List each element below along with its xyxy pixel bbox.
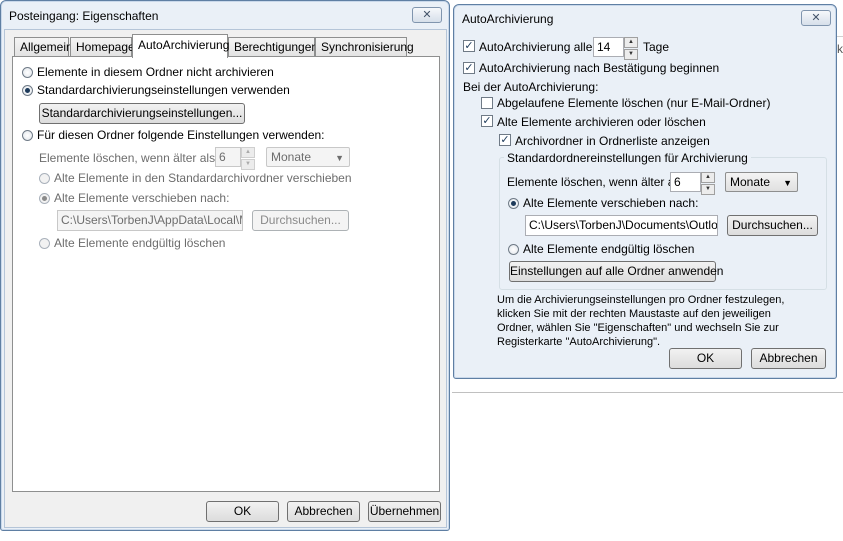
info-line: Registerkarte "AutoArchivierung". xyxy=(497,336,661,348)
autoarchive-days-input[interactable]: 14 xyxy=(593,37,624,57)
autoarchive-dialog: AutoArchivierung ✕ ✓ AutoArchivierung al… xyxy=(453,4,837,379)
ok-button[interactable]: OK xyxy=(669,348,742,369)
radio-move-default-label: Alte Elemente in den Standardarchivordne… xyxy=(54,171,352,185)
cancel-button[interactable]: Abbrechen xyxy=(751,348,826,369)
radio-move-to[interactable] xyxy=(39,193,50,204)
delete-older-label: Elemente löschen, wenn älter als xyxy=(39,151,216,165)
age-unit-select[interactable]: Monate ▼ xyxy=(725,172,798,192)
tab-label: Homepage xyxy=(76,40,135,54)
background-divider xyxy=(452,392,843,393)
chevron-down-icon: ▼ xyxy=(335,153,344,163)
apply-to-all-folders-button[interactable]: Einstellungen auf alle Ordner anwenden xyxy=(509,261,723,282)
default-folder-settings-title: Standardordnereinstellungen für Archivie… xyxy=(504,151,751,165)
during-autoarchive-label: Bei der AutoArchivierung: xyxy=(463,80,599,94)
tab-autoarchivierung[interactable]: AutoArchivierung xyxy=(132,34,230,58)
age-unit-select[interactable]: Monate ▼ xyxy=(266,147,350,167)
info-text: Um die Archivierungseinstellungen pro Or… xyxy=(497,293,784,349)
delete-expired-checkbox[interactable] xyxy=(481,97,493,109)
tab-allgemein[interactable]: Allgemein xyxy=(14,37,73,56)
background-edge-text: k xyxy=(837,42,843,56)
tab-synchronisierung[interactable]: Synchronisierung xyxy=(315,37,414,56)
radio-no-archive-label: Elemente in diesem Ordner nicht archivie… xyxy=(37,65,274,79)
ok-button[interactable]: OK xyxy=(206,501,279,522)
show-archive-folder-checkbox[interactable]: ✓ xyxy=(499,134,511,146)
default-settings-button[interactable]: Standardarchivierungseinstellungen... xyxy=(39,103,245,124)
confirm-label: AutoArchivierung nach Bestätigung beginn… xyxy=(479,61,720,75)
autoarchive-every-label: AutoArchivierung alle xyxy=(479,40,593,54)
age-input[interactable]: 6 xyxy=(215,147,241,167)
browse-button[interactable]: Durchsuchen... xyxy=(252,210,349,231)
archive-or-delete-label: Alte Elemente archivieren oder löschen xyxy=(497,115,706,129)
properties-dialog: Posteingang: Eigenschaften ✕ Allgemein H… xyxy=(0,0,450,531)
autoarchive-every-checkbox[interactable]: ✓ xyxy=(463,40,475,52)
radio-no-archive[interactable] xyxy=(22,67,33,78)
spin-down-icon[interactable]: ▼ xyxy=(241,159,255,170)
spin-down-icon[interactable]: ▼ xyxy=(701,184,715,195)
autoarchive-days-spinner[interactable]: ▲ ▼ xyxy=(624,37,638,60)
archive-or-delete-checkbox[interactable]: ✓ xyxy=(481,115,493,127)
archive-path-input[interactable]: C:\Users\TorbenJ\AppData\Local\Micr xyxy=(57,210,243,231)
confirm-checkbox[interactable]: ✓ xyxy=(463,62,475,74)
chevron-down-icon: ▼ xyxy=(783,178,792,188)
autoarchive-close-button[interactable]: ✕ xyxy=(801,10,831,26)
spin-up-icon[interactable]: ▲ xyxy=(241,147,255,158)
radio-move-to-label: Alte Elemente verschieben nach: xyxy=(523,196,699,210)
info-line: Ordner, wählen Sie "Eigenschaften" und w… xyxy=(497,322,779,334)
radio-delete-permanently[interactable] xyxy=(39,238,50,249)
age-input[interactable]: 6 xyxy=(670,172,701,192)
age-spinner[interactable]: ▲ ▼ xyxy=(241,147,255,170)
cancel-button[interactable]: Abbrechen xyxy=(287,501,360,522)
tab-label: Synchronisierung xyxy=(321,40,414,54)
radio-custom-settings[interactable] xyxy=(22,130,33,141)
radio-delete-permanently[interactable] xyxy=(508,244,519,255)
spin-up-icon[interactable]: ▲ xyxy=(701,172,715,183)
spin-down-icon[interactable]: ▼ xyxy=(624,49,638,60)
apply-button[interactable]: Übernehmen xyxy=(368,501,441,522)
close-icon: ✕ xyxy=(811,12,821,24)
age-unit-value: Monate xyxy=(730,175,771,189)
tab-homepage[interactable]: Homepage xyxy=(70,37,135,56)
radio-default-settings[interactable] xyxy=(22,85,33,96)
autoarchive-days-unit: Tage xyxy=(643,40,670,54)
tab-berechtigungen[interactable]: Berechtigungen xyxy=(228,37,319,56)
browse-button[interactable]: Durchsuchen... xyxy=(727,215,818,236)
tab-label: AutoArchivierung xyxy=(138,38,230,52)
tab-label: Allgemein xyxy=(20,40,73,54)
tab-label: Berechtigungen xyxy=(234,40,319,54)
radio-delete-permanently-label: Alte Elemente endgültig löschen xyxy=(523,242,695,256)
delete-expired-label: Abgelaufene Elemente löschen (nur E-Mail… xyxy=(497,96,771,110)
properties-close-button[interactable]: ✕ xyxy=(412,7,442,23)
autoarchive-tab-panel: Elemente in diesem Ordner nicht archivie… xyxy=(12,56,440,492)
archive-path-input[interactable]: C:\Users\TorbenJ\Documents\Outlook- xyxy=(525,215,718,236)
show-archive-folder-label: Archivordner in Ordnerliste anzeigen xyxy=(515,134,710,148)
radio-move-to[interactable] xyxy=(508,198,519,209)
autoarchive-title-bar[interactable]: AutoArchivierung ✕ xyxy=(454,5,836,35)
radio-move-to-label: Alte Elemente verschieben nach: xyxy=(54,191,230,205)
radio-custom-settings-label: Für diesen Ordner folgende Einstellungen… xyxy=(37,128,325,142)
radio-delete-permanently-label: Alte Elemente endgültig löschen xyxy=(54,236,226,250)
close-icon: ✕ xyxy=(422,9,432,21)
info-line: klicken Sie mit der rechten Maustaste au… xyxy=(497,308,771,320)
properties-title-bar[interactable]: Posteingang: Eigenschaften ✕ xyxy=(1,1,449,31)
autoarchive-title: AutoArchivierung xyxy=(462,12,554,26)
delete-older-label: Elemente löschen, wenn älter als xyxy=(507,175,684,189)
spin-up-icon[interactable]: ▲ xyxy=(624,37,638,48)
radio-move-default[interactable] xyxy=(39,173,50,184)
age-spinner[interactable]: ▲ ▼ xyxy=(701,172,715,195)
background-divider xyxy=(836,36,843,37)
radio-default-settings-label: Standardarchivierungseinstellungen verwe… xyxy=(37,83,290,97)
info-line: Um die Archivierungseinstellungen pro Or… xyxy=(497,294,785,306)
properties-title: Posteingang: Eigenschaften xyxy=(9,9,159,23)
age-unit-value: Monate xyxy=(271,150,312,164)
